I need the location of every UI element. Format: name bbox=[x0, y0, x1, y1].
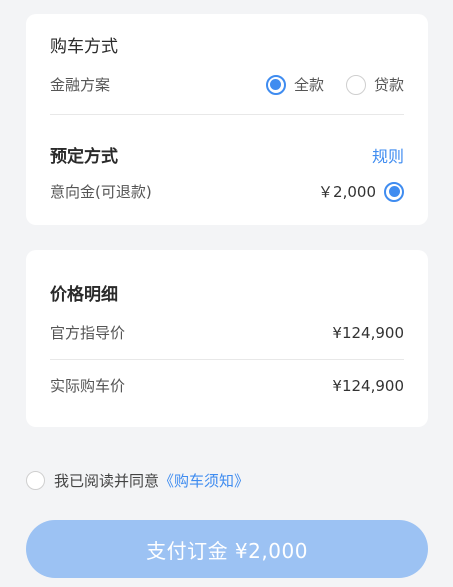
deposit-label: 意向金(可退款) bbox=[50, 183, 152, 201]
divider bbox=[50, 359, 404, 360]
price-detail-card: 价格明细 官方指导价 ¥124,900 实际购车价 ¥124,900 bbox=[26, 250, 428, 427]
option-loan-label: 贷款 bbox=[373, 76, 404, 94]
price-value: ¥124,900 bbox=[332, 323, 404, 342]
deposit-row[interactable]: 意向金(可退款) ￥2,000 bbox=[50, 181, 404, 202]
divider bbox=[50, 114, 404, 115]
price-header: 价格明细 bbox=[50, 280, 404, 305]
deposit-value-group: ￥2,000 bbox=[318, 181, 404, 202]
price-label: 实际购车价 bbox=[50, 377, 126, 395]
price-detail-title: 价格明细 bbox=[50, 285, 118, 305]
price-row-official: 官方指导价 ¥124,900 bbox=[50, 322, 404, 343]
price-row-actual: 实际购车价 ¥124,900 bbox=[50, 375, 404, 396]
radio-unchecked-icon[interactable] bbox=[345, 74, 366, 95]
agreement-text: 我已阅读并同意 bbox=[54, 472, 160, 490]
reservation-title: 预定方式 bbox=[50, 147, 118, 167]
radio-checked-icon[interactable] bbox=[265, 74, 286, 95]
finance-options: 全款 贷款 bbox=[265, 74, 404, 95]
option-full-payment-label: 全款 bbox=[293, 76, 324, 94]
purchase-card: 购车方式 金融方案 全款 贷款 预定方式 规则 意向金(可退款) ￥2,000 bbox=[26, 14, 428, 225]
radio-checked-icon[interactable] bbox=[384, 181, 404, 202]
deposit-value: ￥2,000 bbox=[318, 183, 376, 201]
purchase-title: 购车方式 bbox=[50, 37, 118, 57]
purchase-notice-link[interactable]: 《购车须知》 bbox=[159, 470, 249, 491]
option-loan[interactable]: 贷款 bbox=[345, 74, 404, 95]
option-full-payment[interactable]: 全款 bbox=[265, 74, 324, 95]
price-value: ¥124,900 bbox=[332, 376, 404, 395]
reservation-header: 预定方式 规则 bbox=[50, 142, 404, 168]
order-page: 购车方式 金融方案 全款 贷款 预定方式 规则 意向金(可退款) ￥2,000 … bbox=[0, 0, 453, 587]
pay-deposit-button[interactable]: 支付订金 ¥2,000 bbox=[26, 520, 428, 578]
finance-label: 金融方案 bbox=[50, 76, 111, 94]
price-label: 官方指导价 bbox=[50, 324, 126, 342]
agreement-checkbox[interactable] bbox=[26, 471, 45, 490]
agreement-row[interactable]: 我已阅读并同意 《购车须知》 bbox=[26, 470, 249, 491]
rules-link[interactable]: 规则 bbox=[372, 143, 404, 167]
purchase-header: 购车方式 bbox=[50, 32, 404, 57]
finance-row: 金融方案 全款 贷款 bbox=[50, 74, 404, 95]
